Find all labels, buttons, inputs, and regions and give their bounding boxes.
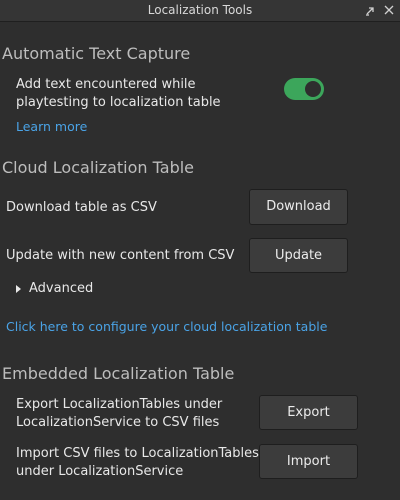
export-label-line1: Export LocalizationTables under	[16, 397, 223, 412]
learn-more-link[interactable]: Learn more	[16, 119, 87, 134]
import-button[interactable]: Import	[259, 444, 358, 479]
advanced-toggle-label[interactable]: Advanced	[29, 280, 93, 298]
import-label-line2: under LocalizationService	[16, 464, 184, 479]
localization-tools-panel: Localization Tools Automatic Text Captur…	[0, 0, 400, 500]
close-icon[interactable]	[382, 3, 396, 17]
download-label: Download table as CSV	[6, 200, 157, 215]
toggle-knob	[305, 81, 321, 97]
update-button[interactable]: Update	[249, 238, 348, 273]
configure-cloud-table-link[interactable]: Click here to configure your cloud local…	[6, 319, 327, 334]
embedded-table-header: Embedded Localization Table	[2, 364, 235, 383]
undock-icon[interactable]	[364, 3, 378, 17]
advanced-expand-icon[interactable]	[16, 285, 21, 293]
window-title: Localization Tools	[147, 3, 253, 17]
title-bar-icons	[364, 3, 396, 17]
download-button[interactable]: Download	[249, 189, 348, 225]
auto-capture-label-line1: Add text encountered while	[16, 77, 196, 92]
export-label-line2: LocalizationService to CSV files	[16, 415, 220, 430]
auto-capture-toggle[interactable]	[284, 78, 324, 100]
auto-capture-header: Automatic Text Capture	[2, 44, 191, 63]
title-bar: Localization Tools	[0, 0, 400, 22]
update-label: Update with new content from CSV	[6, 248, 235, 263]
export-button[interactable]: Export	[259, 395, 358, 430]
import-label-line1: Import CSV files to LocalizationTables	[16, 446, 259, 461]
cloud-table-header: Cloud Localization Table	[2, 158, 195, 177]
auto-capture-label-line2: playtesting to localization table	[16, 95, 221, 110]
